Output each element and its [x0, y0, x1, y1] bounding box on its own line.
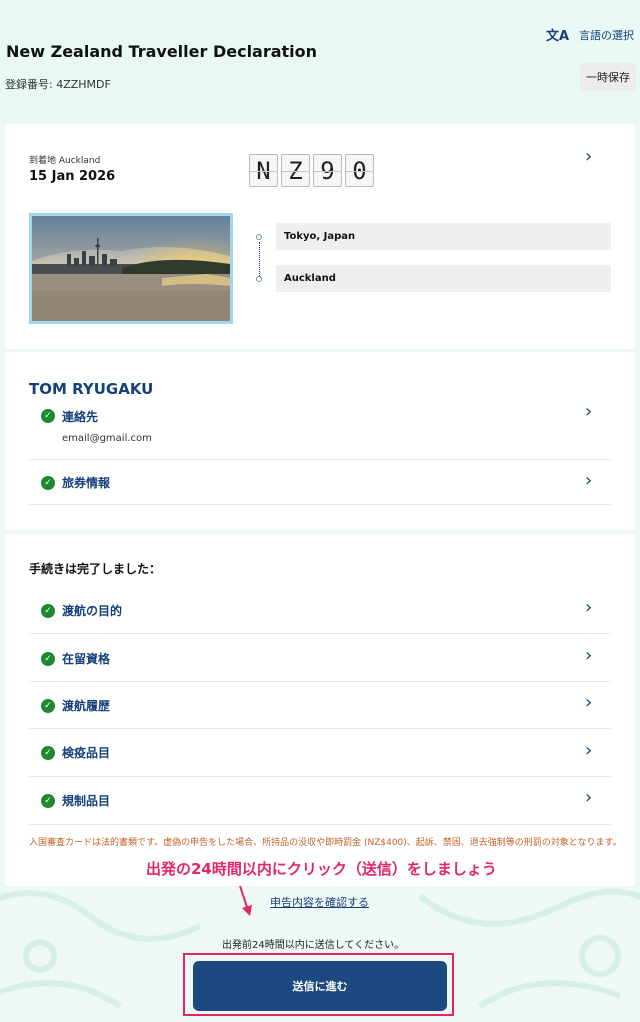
language-label: 言語の選択 — [579, 28, 634, 42]
arrival-label: 到着地 Auckland — [29, 156, 101, 166]
flight-number-display: N Z 9 0 — [249, 154, 374, 187]
origin-field: Tokyo, Japan — [276, 223, 611, 250]
chevron-right-icon[interactable]: › — [585, 787, 592, 808]
destination-field: Auckland — [276, 265, 611, 292]
traveller-card: TOM RYUGAKU ✓ 連絡先 email@gmail.com › ✓ 旅券… — [5, 352, 635, 530]
biosecurity-item[interactable]: 検疫品目 — [62, 744, 110, 761]
chevron-right-icon[interactable]: › — [585, 645, 592, 666]
flight-char: 0 — [345, 154, 374, 187]
route-line — [259, 242, 260, 276]
chevron-right-icon[interactable]: › — [585, 401, 592, 422]
check-icon: ✓ — [41, 409, 55, 423]
registration-number: 登録番号: 4ZZHMDF — [5, 78, 111, 91]
flight-char: N — [249, 154, 278, 187]
chevron-right-icon[interactable]: › — [585, 692, 592, 713]
check-icon: ✓ — [41, 604, 55, 618]
divider — [29, 776, 611, 777]
check-icon: ✓ — [41, 794, 55, 808]
divider — [29, 728, 611, 729]
auckland-skyline-image — [32, 216, 230, 321]
contact-email: email@gmail.com — [62, 433, 152, 444]
chevron-right-icon[interactable]: › — [585, 146, 592, 167]
divider — [29, 681, 611, 682]
flight-char: Z — [281, 154, 310, 187]
flight-char: 9 — [313, 154, 342, 187]
send-note: 出発前24時間以内に送信してください。 — [222, 940, 405, 951]
destination-dot — [256, 276, 262, 282]
proceed-to-submit-button[interactable]: 送信に進む — [193, 961, 447, 1011]
check-icon: ✓ — [41, 699, 55, 713]
check-icon: ✓ — [41, 652, 55, 666]
page-title: New Zealand Traveller Declaration — [6, 42, 318, 61]
completion-title: 手続きは完了しました： — [29, 562, 162, 576]
contact-label[interactable]: 連絡先 — [62, 408, 98, 425]
passport-label[interactable]: 旅券情報 — [62, 474, 110, 491]
annotation-arrow-icon — [239, 885, 252, 916]
origin-dot — [256, 234, 262, 240]
completion-card: 手続きは完了しました： ✓ 渡航の目的 › ✓ 在留資格 › ✓ 渡航履歴 › … — [5, 534, 635, 886]
divider — [29, 504, 611, 505]
language-selector[interactable]: 文A 言語の選択 — [545, 25, 634, 45]
travel-history-item[interactable]: 渡航履歴 — [62, 697, 110, 714]
arrival-date: 15 Jan 2026 — [29, 169, 116, 184]
translate-icon: 文A — [545, 29, 569, 44]
traveller-name: TOM RYUGAKU — [29, 380, 154, 398]
review-declaration-link[interactable]: 申告内容を確認する — [270, 894, 369, 910]
chevron-right-icon[interactable]: › — [585, 597, 592, 618]
residence-status-item[interactable]: 在留資格 — [62, 650, 110, 667]
chevron-right-icon[interactable]: › — [585, 740, 592, 761]
purpose-item[interactable]: 渡航の目的 — [62, 602, 122, 619]
check-icon: ✓ — [41, 476, 55, 490]
restricted-goods-item[interactable]: 規制品目 — [62, 792, 110, 809]
divider — [29, 459, 611, 460]
save-draft-button[interactable]: 一時保存 — [580, 63, 636, 91]
header: New Zealand Traveller Declaration 登録番号: … — [0, 0, 640, 124]
divider — [29, 633, 611, 634]
instruction-annotation: 出発の24時間以内にクリック（送信）をしましょう — [142, 858, 501, 879]
legal-notice: 入国審査カードは法的書類です。虚偽の申告をした場合、所持品の没収や即時罰金 (N… — [29, 838, 622, 848]
destination-photo — [29, 213, 233, 324]
divider — [29, 824, 611, 825]
trip-card[interactable]: 到着地 Auckland 15 Jan 2026 N Z 9 0 › Tokyo… — [5, 124, 635, 349]
chevron-right-icon[interactable]: › — [585, 470, 592, 491]
check-icon: ✓ — [41, 746, 55, 760]
